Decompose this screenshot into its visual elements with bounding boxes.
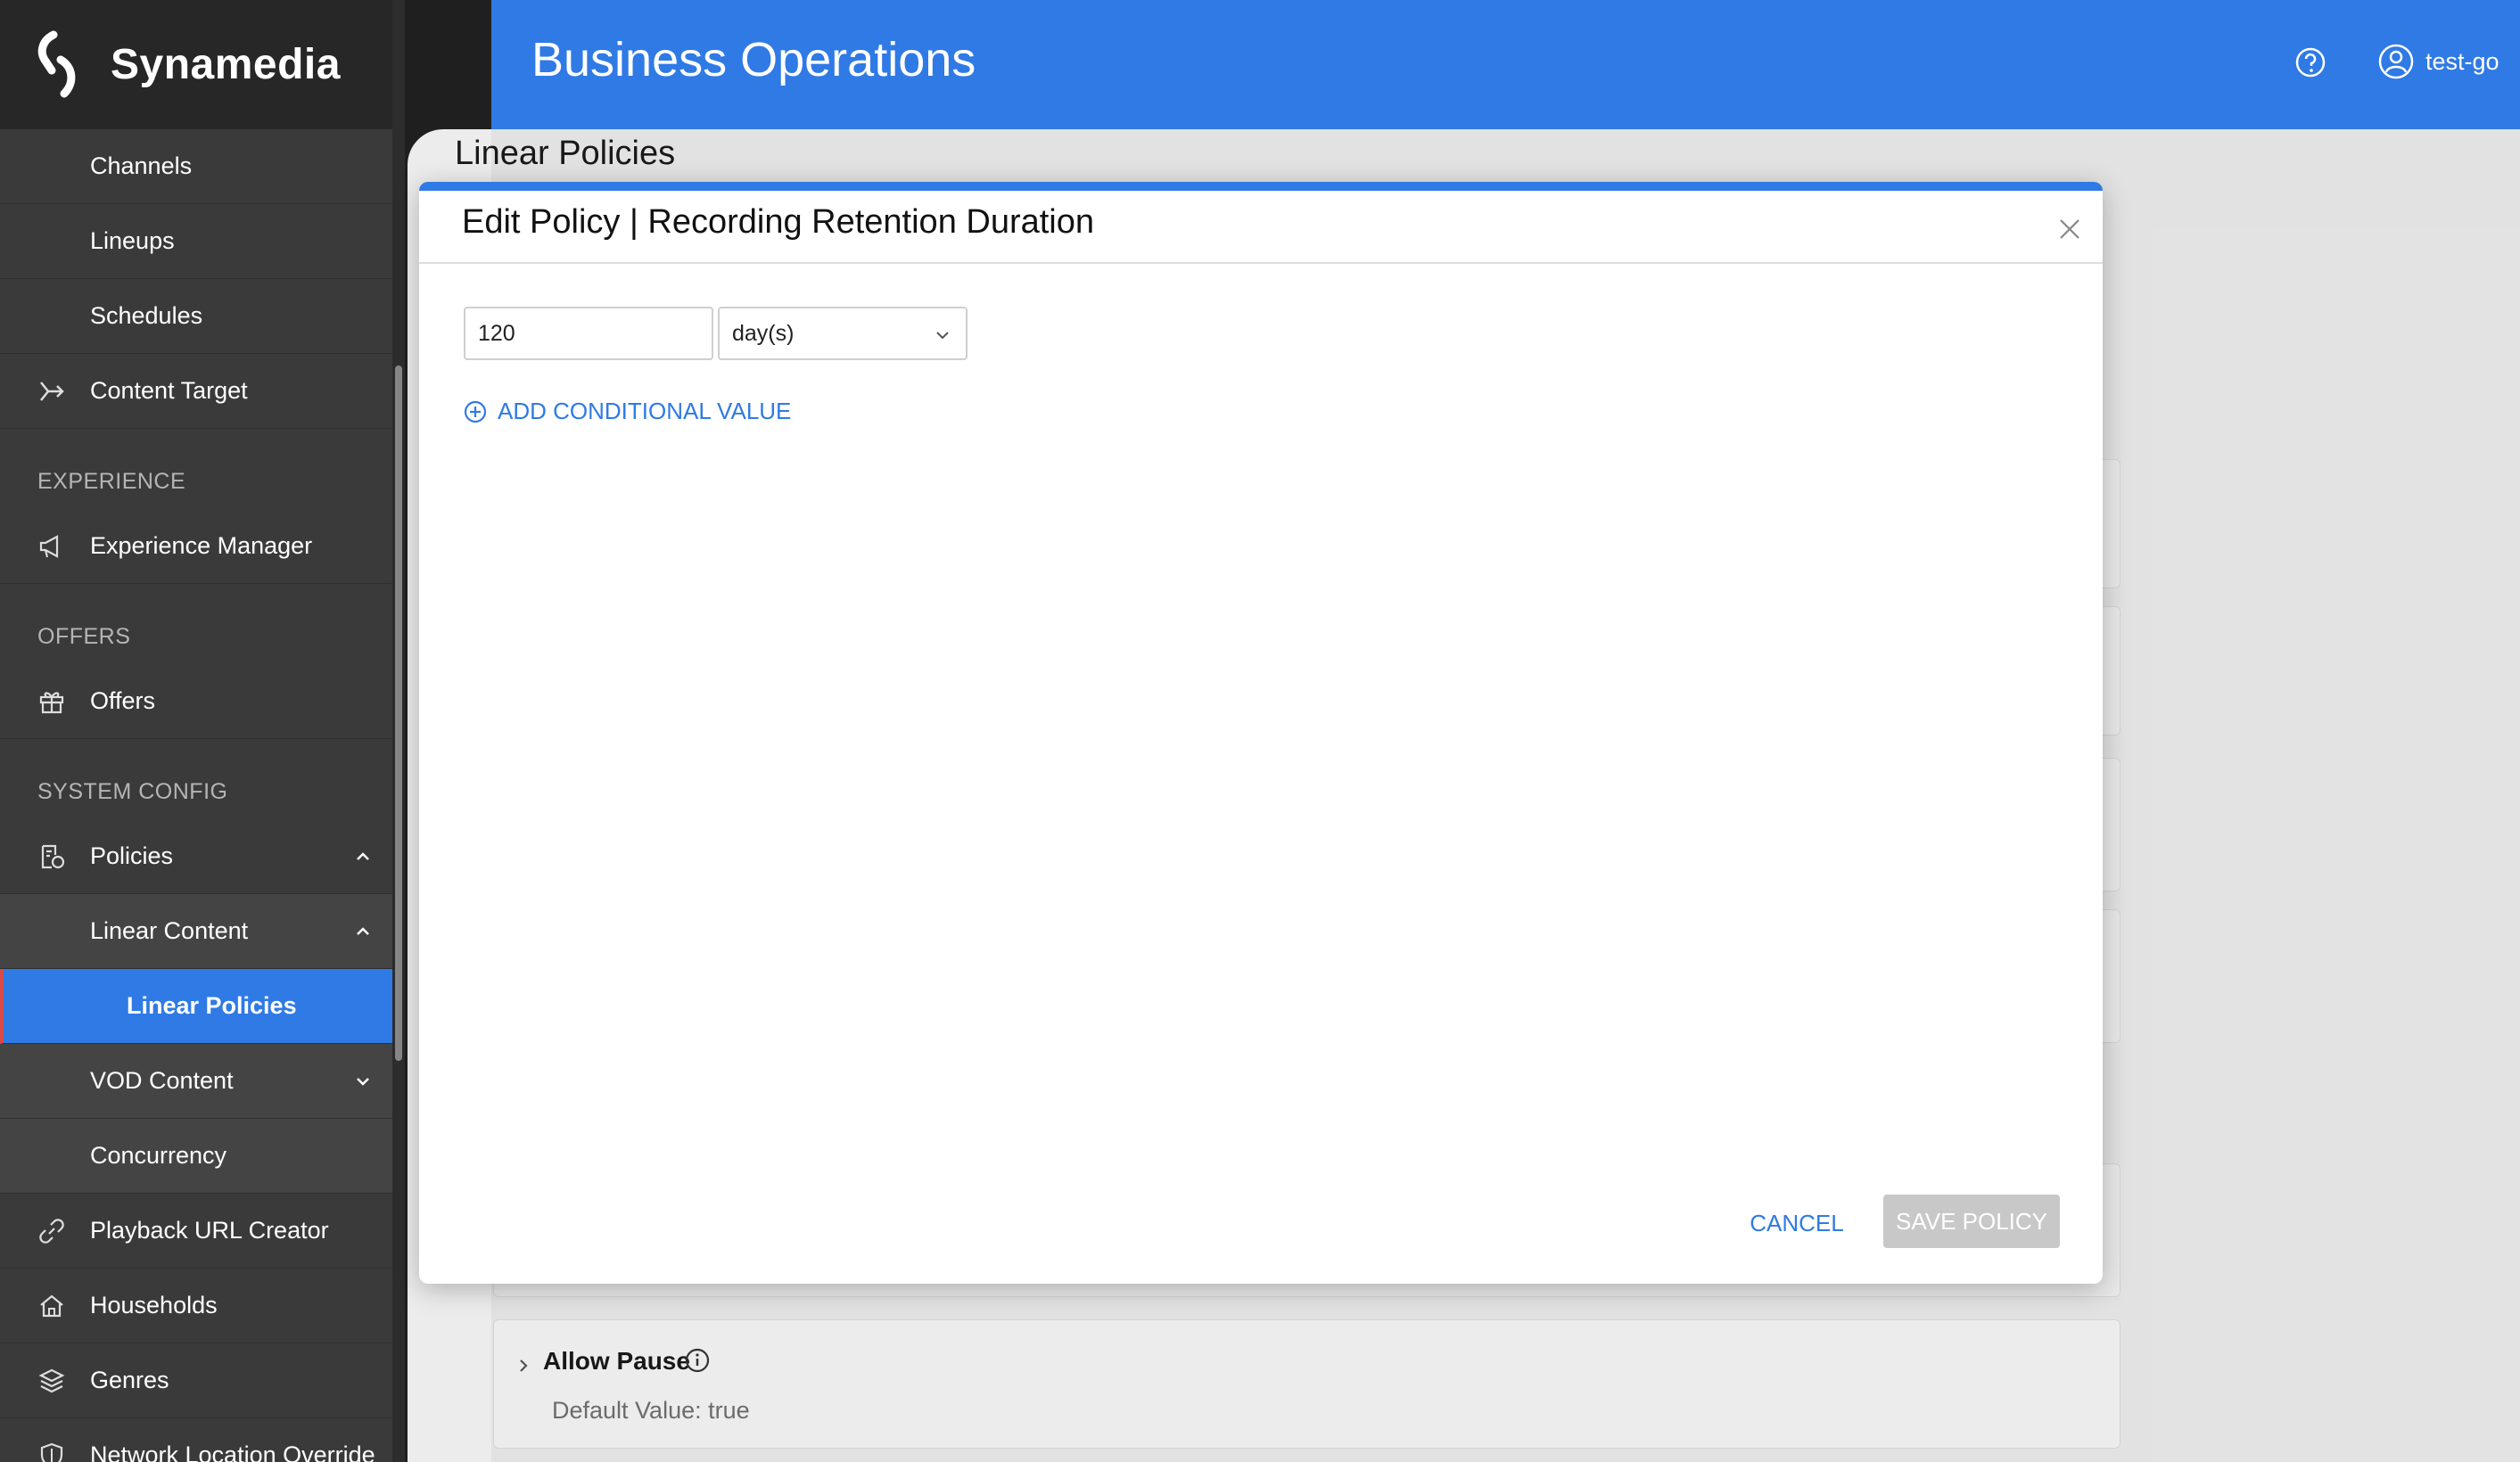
synamedia-logo-icon — [37, 30, 76, 97]
home-icon — [40, 1294, 63, 1317]
plus-circle-icon — [464, 400, 487, 423]
user-avatar-icon — [2378, 44, 2414, 79]
sidebar-item-playback-url-creator[interactable]: Playback URL Creator — [0, 1194, 392, 1269]
sidebar: Synamedia Channels Lineups Schedules Con… — [0, 0, 392, 1462]
sidebar-nav: Channels Lineups Schedules Content Targe… — [0, 129, 392, 1462]
sidebar-item-label: Linear Policies — [127, 992, 297, 1019]
sidebar-item-genres[interactable]: Genres — [0, 1343, 392, 1418]
sidebar-item-label: Network Location Override — [90, 1441, 375, 1462]
sidebar-item-households[interactable]: Households — [0, 1269, 392, 1343]
sidebar-item-label: Experience Manager — [90, 532, 313, 559]
arrow-enter-icon — [40, 381, 64, 401]
sidebar-item-label: VOD Content — [90, 1067, 234, 1094]
sidebar-scrollbar[interactable] — [392, 0, 405, 1462]
sidebar-item-experience-manager[interactable]: Experience Manager — [0, 509, 392, 584]
sidebar-item-lineups[interactable]: Lineups — [0, 204, 392, 279]
sidebar-item-linear-content[interactable]: Linear Content — [0, 894, 392, 969]
sidebar-item-content-target[interactable]: Content Target — [0, 354, 392, 429]
sidebar-item-label: Playback URL Creator — [90, 1217, 329, 1244]
sidebar-item-label: Policies — [90, 842, 174, 869]
link-icon — [39, 1218, 64, 1244]
user-menu[interactable]: test-go — [2377, 43, 2499, 80]
sidebar-item-label: Linear Content — [90, 917, 249, 944]
retention-unit-select[interactable]: day(s) — [718, 307, 968, 360]
help-icon[interactable] — [2294, 46, 2326, 78]
sidebar-item-vod-content[interactable]: VOD Content — [0, 1044, 392, 1119]
top-header: Business Operations test-go — [491, 0, 2520, 129]
sidebar-item-concurrency[interactable]: Concurrency — [0, 1119, 392, 1194]
modal-title: Edit Policy | Recording Retention Durati… — [462, 203, 1095, 241]
layers-icon — [38, 1368, 65, 1392]
brand-header: Synamedia — [0, 0, 392, 129]
section-label: SYSTEM CONFIG — [37, 779, 228, 804]
section-label: OFFERS — [37, 624, 131, 649]
sidebar-item-label: Channels — [90, 152, 193, 179]
section-header-experience: EXPERIENCE — [0, 429, 392, 509]
sidebar-item-label: Offers — [90, 687, 156, 714]
retention-value-input[interactable] — [464, 307, 713, 360]
selected-unit: day(s) — [732, 320, 795, 346]
add-conditional-value-button[interactable]: ADD CONDITIONAL VALUE — [464, 398, 791, 425]
sidebar-item-label: Households — [90, 1292, 218, 1318]
sidebar-item-label: Content Target — [90, 377, 248, 404]
cancel-button[interactable]: CANCEL — [1730, 1198, 1864, 1248]
sidebar-item-linear-policies[interactable]: Linear Policies — [0, 969, 392, 1044]
add-conditional-label: ADD CONDITIONAL VALUE — [498, 398, 792, 424]
save-policy-button[interactable]: SAVE POLICY — [1883, 1195, 2060, 1248]
user-name: test-go — [2425, 47, 2499, 75]
sidebar-item-channels[interactable]: Channels — [0, 129, 392, 204]
sidebar-item-network-location-override[interactable]: Network Location Override — [0, 1418, 392, 1462]
policy-document-icon — [41, 844, 65, 868]
megaphone-icon — [39, 534, 59, 558]
section-header-offers: OFFERS — [0, 584, 392, 664]
sidebar-item-label: Schedules — [90, 302, 203, 329]
sidebar-item-label: Genres — [90, 1367, 169, 1393]
sidebar-item-policies[interactable]: Policies — [0, 819, 392, 894]
shield-icon — [40, 1442, 63, 1462]
section-label: EXPERIENCE — [37, 469, 186, 494]
brand-name: Synamedia — [111, 41, 341, 88]
sidebar-item-offers[interactable]: Offers — [0, 664, 392, 739]
close-icon[interactable] — [2058, 218, 2081, 241]
modal-header: Edit Policy | Recording Retention Durati… — [419, 191, 2103, 264]
sidebar-item-schedules[interactable]: Schedules — [0, 279, 392, 354]
edit-policy-modal: Edit Policy | Recording Retention Durati… — [419, 182, 2103, 1284]
sidebar-item-label: Concurrency — [90, 1142, 227, 1169]
section-header-system-config: SYSTEM CONFIG — [0, 739, 392, 819]
sidebar-item-label: Lineups — [90, 227, 175, 254]
chevron-up-icon — [357, 926, 369, 935]
app-title: Business Operations — [531, 33, 976, 86]
scrollbar-thumb[interactable] — [395, 366, 402, 1061]
chevron-down-icon — [357, 1077, 369, 1086]
chevron-up-icon — [357, 851, 369, 860]
gift-icon — [39, 691, 64, 713]
chevron-down-icon — [936, 332, 949, 340]
